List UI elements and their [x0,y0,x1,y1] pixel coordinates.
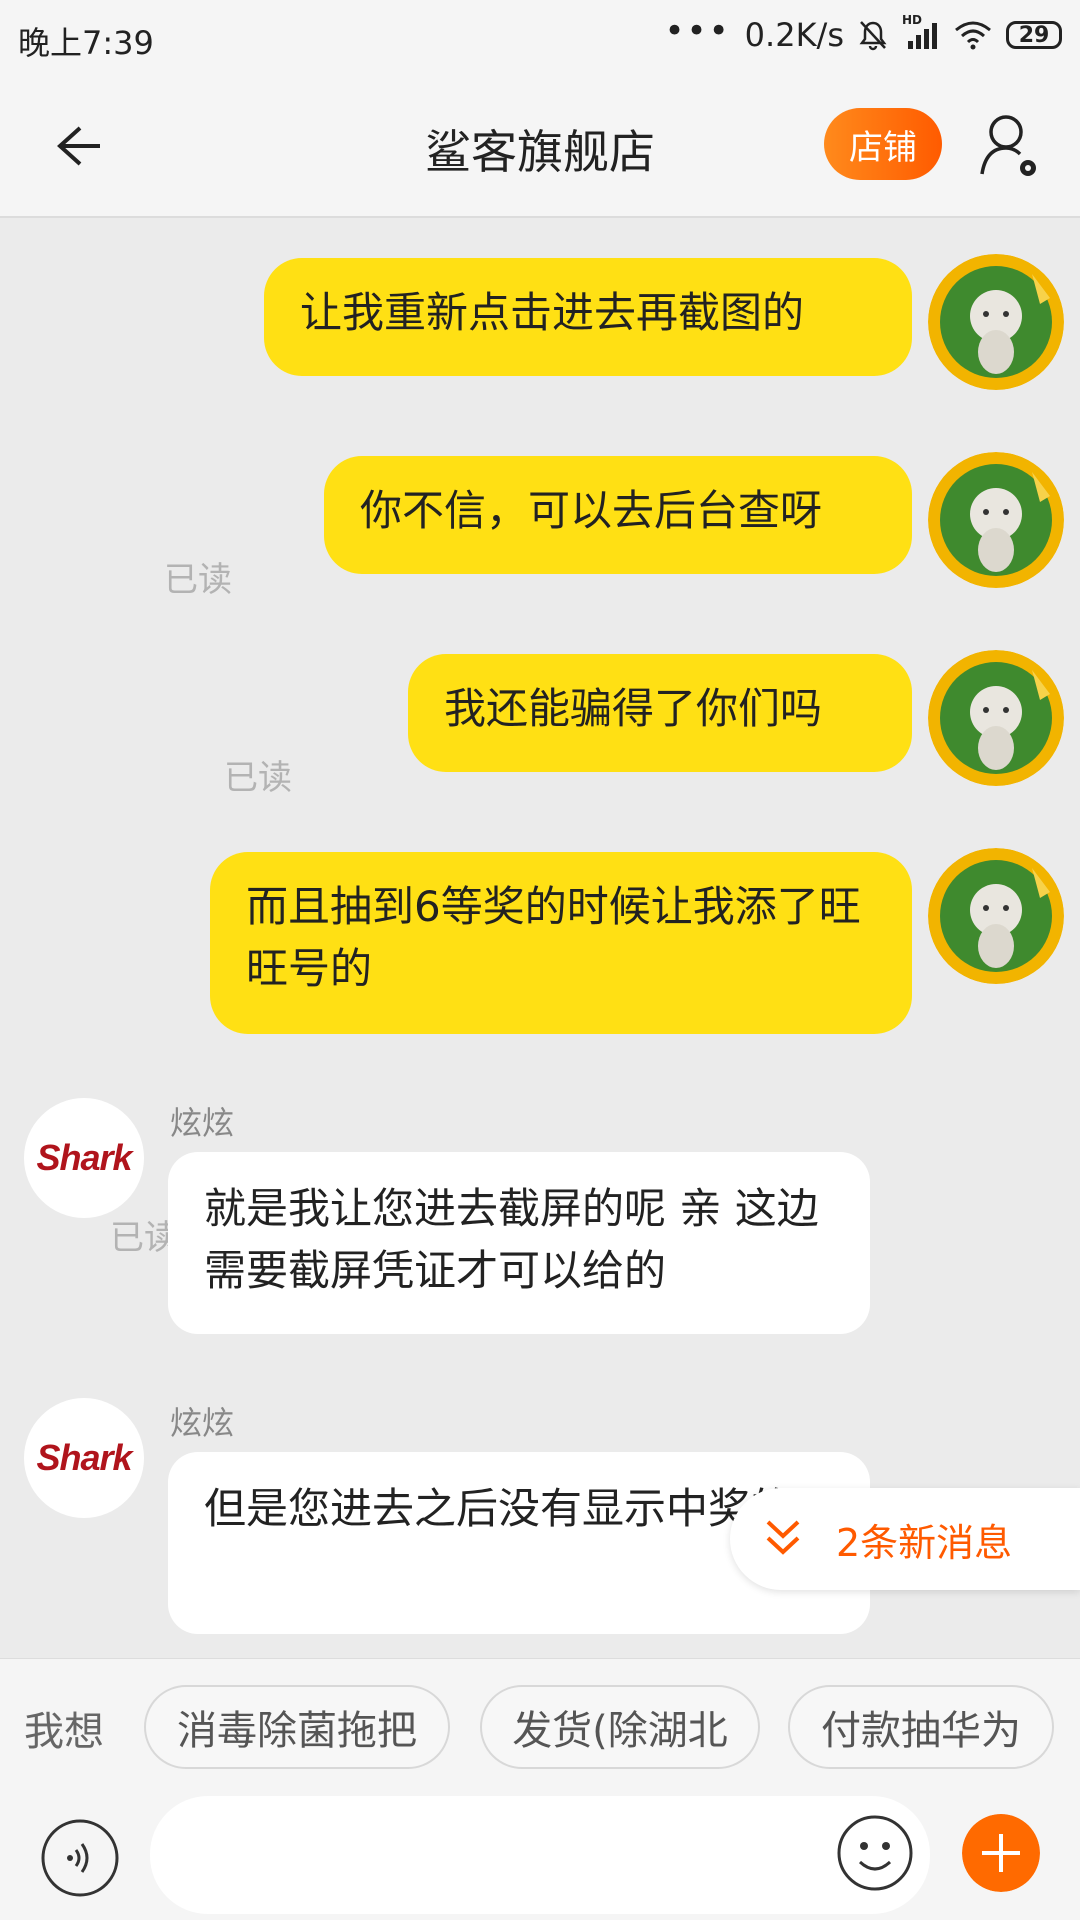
signal-icon: HD [902,13,940,51]
wifi-icon [955,21,991,50]
read-receipt: 已读 [224,758,292,798]
shop-avatar[interactable]: Shark [24,1398,144,1518]
chat-area[interactable]: 已读 让我重新点击进去再截图的 已读 你不信，可以去后台查呀 已读 我还能骗得了… [0,218,1080,1658]
my-avatar[interactable] [928,848,1064,984]
my-avatar[interactable] [928,650,1064,786]
status-icons: ••• 0.2K/s HD 29 [665,11,1062,54]
plus-icon[interactable] [962,1814,1040,1892]
net-speed: 0.2K/s [744,16,844,54]
quick-reply-bar: 我想 消毒除菌拖把 发货(除湖北 付款抽华为 [0,1658,1080,1791]
hamster-avatar-icon [928,452,1064,588]
read-receipt: 已读 [164,560,232,600]
battery-indicator: 29 [1006,21,1062,49]
emoji-icon[interactable] [836,1814,914,1892]
shark-logo: Shark [36,1437,132,1478]
sender-name: 炫炫 [170,1404,235,1442]
shop-avatar[interactable]: Shark [24,1098,144,1218]
my-avatar[interactable] [928,452,1064,588]
double-chevron-down-icon [766,1520,800,1555]
hamster-avatar-icon [928,650,1064,786]
outgoing-message[interactable]: 而且抽到6等奖的时候让我添了旺旺号的 [210,852,912,1034]
quick-reply-chip[interactable]: 发货(除湖北 [480,1685,760,1769]
voice-input-icon[interactable] [40,1818,120,1898]
outgoing-message[interactable]: 你不信，可以去后台查呀 [324,456,912,574]
sender-name: 炫炫 [170,1104,235,1142]
hamster-avatar-icon [928,254,1064,390]
incoming-message[interactable]: 就是我让您进去截屏的呢 亲 这边需要截屏凭证才可以给的 [168,1152,870,1334]
status-bar: 晚上7:39 ••• 0.2K/s HD 29 [0,0,1080,74]
user-settings-icon[interactable] [978,112,1042,182]
more-dots-icon: ••• [664,11,731,51]
new-messages-label: 2条新消息 [836,1520,1013,1565]
mute-bell-icon [859,21,887,51]
my-avatar[interactable] [928,254,1064,390]
message-input[interactable] [150,1796,930,1914]
shop-button[interactable]: 店铺 [824,108,942,180]
input-bar [0,1790,1080,1920]
shark-logo: Shark [36,1137,132,1178]
outgoing-message[interactable]: 让我重新点击进去再截图的 [264,258,912,376]
outgoing-message[interactable]: 我还能骗得了你们吗 [408,654,912,772]
chat-header: 鲨客旗舰店 店铺 [0,74,1080,218]
status-time: 晚上7:39 [18,24,154,62]
new-messages-indicator[interactable]: 2条新消息 [730,1488,1080,1590]
hamster-avatar-icon [928,848,1064,984]
quick-reply-chip[interactable]: 付款抽华为 [788,1685,1054,1769]
quick-reply-label: 我想 [24,1709,104,1755]
quick-reply-chip[interactable]: 消毒除菌拖把 [144,1685,450,1769]
